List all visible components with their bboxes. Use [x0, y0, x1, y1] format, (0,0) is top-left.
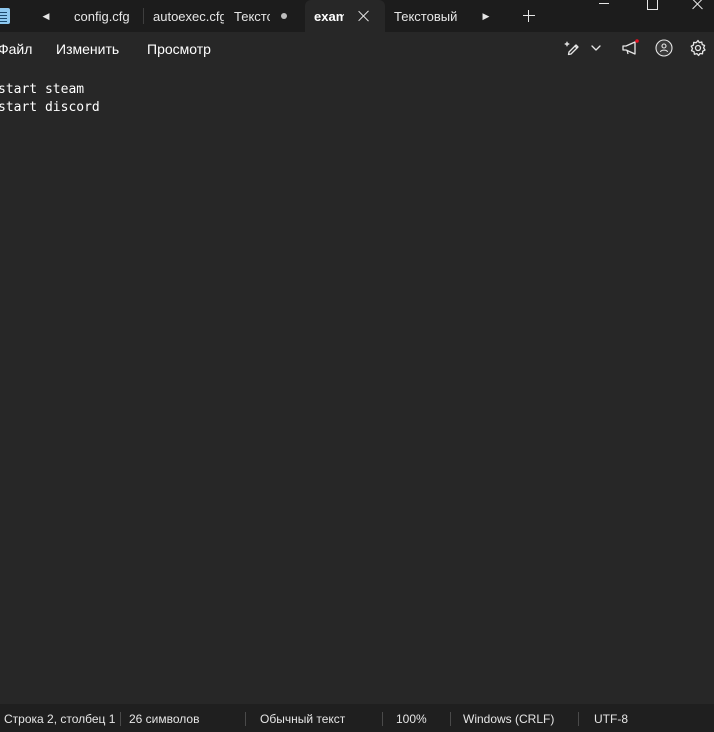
new-tab-icon[interactable] [521, 8, 537, 24]
tab-label: autoexec.cfg [153, 8, 224, 24]
text-format[interactable]: Обычный текст [260, 712, 345, 726]
status-bar: Строка 2, столбец 1 26 символов Обычный … [0, 704, 714, 732]
tab-label: config.cfg [74, 8, 130, 24]
notepad-window: ◀ config.cfg autoexec.cfg Текстс examp Т… [0, 0, 714, 732]
tab-label: examp [314, 8, 344, 24]
chevron-down-icon[interactable] [587, 39, 605, 57]
line-ending[interactable]: Windows (CRLF) [463, 712, 554, 726]
unsaved-dot-icon [281, 13, 287, 19]
tab-text-modified[interactable]: Текстс [224, 0, 304, 32]
maximize-icon[interactable] [629, 0, 675, 14]
menu-file[interactable]: Файл [0, 41, 32, 57]
megaphone-icon[interactable] [621, 39, 639, 57]
text-editor[interactable]: start steam start discord [0, 66, 714, 704]
tab-label: Текстовый д [394, 8, 461, 24]
tab-label: Текстс [234, 8, 270, 24]
zoom-level[interactable]: 100% [396, 712, 427, 726]
editor-line: start discord [0, 100, 100, 115]
tab-bar: ◀ config.cfg autoexec.cfg Текстс examp Т… [0, 0, 714, 32]
close-tab-icon[interactable] [356, 8, 372, 24]
menu-bar: Файл Изменить Просмотр [0, 32, 714, 66]
copilot-pen-icon[interactable] [564, 39, 582, 57]
status-divider [578, 712, 579, 726]
tab-config-cfg[interactable]: config.cfg [60, 0, 142, 32]
tab-text-document[interactable]: Текстовый д [385, 0, 463, 32]
scroll-tabs-left-icon[interactable]: ◀ [38, 8, 54, 24]
close-window-icon[interactable] [676, 0, 714, 14]
scroll-tabs-right-icon[interactable]: ▶ [478, 8, 494, 24]
status-divider [450, 712, 451, 726]
tab-autoexec-cfg[interactable]: autoexec.cfg [144, 0, 224, 32]
cursor-position: Строка 2, столбец 1 [4, 712, 116, 726]
settings-icon[interactable] [689, 39, 707, 57]
notepad-app-icon [0, 8, 10, 24]
tab-example-active[interactable]: examp [305, 0, 385, 32]
encoding[interactable]: UTF-8 [594, 712, 628, 726]
status-divider [382, 712, 383, 726]
account-icon[interactable] [655, 39, 673, 57]
character-count: 26 символов [129, 712, 200, 726]
status-divider [245, 712, 246, 726]
editor-line: start steam [0, 82, 85, 97]
menu-view[interactable]: Просмотр [147, 41, 211, 57]
status-divider [120, 712, 121, 726]
minimize-icon[interactable] [582, 0, 628, 14]
menu-edit[interactable]: Изменить [56, 41, 119, 57]
